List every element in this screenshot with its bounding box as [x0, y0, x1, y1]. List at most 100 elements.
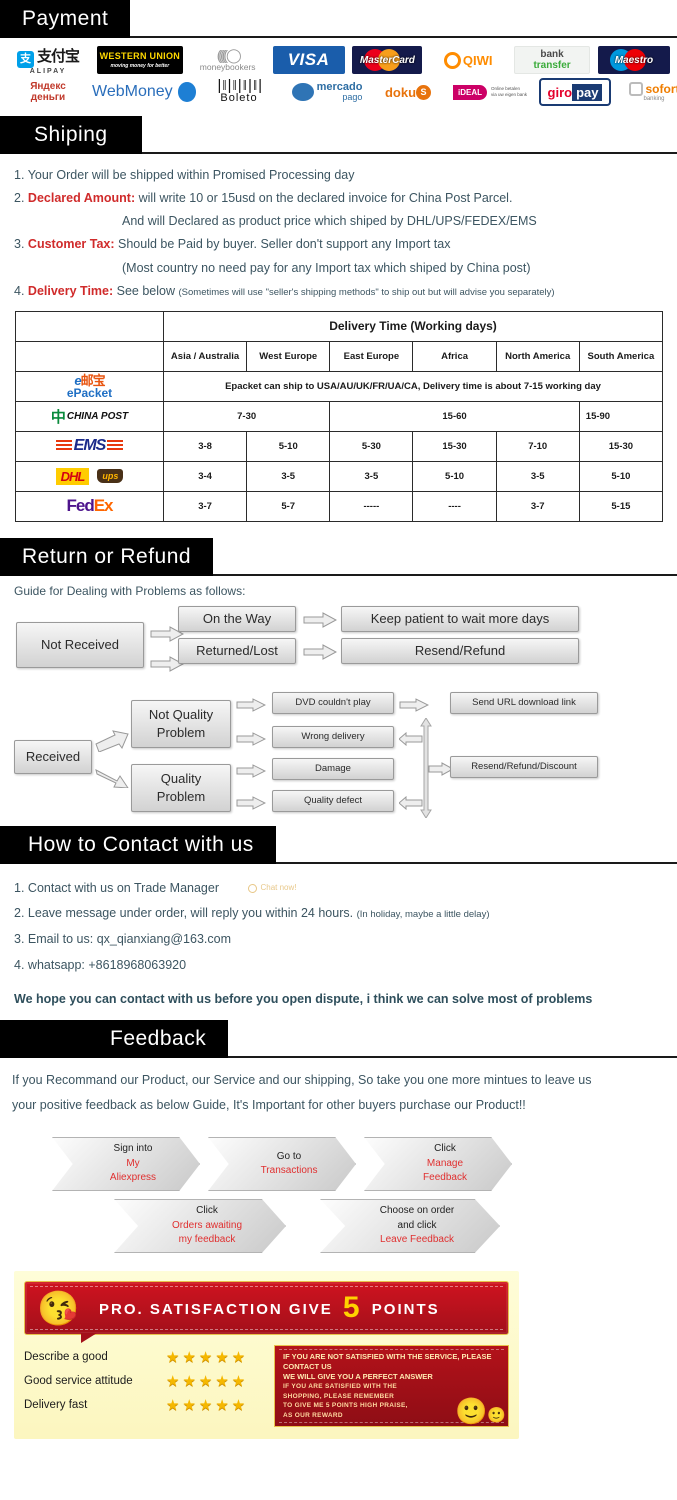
- delivery-time-table-wrapper: Delivery Time (Working days) Asia / Aust…: [0, 307, 677, 526]
- payment-logos-row-1: 支支付宝 ALIPAY WESTERN UNION moving money f…: [4, 46, 673, 74]
- shipping-note-4: 4. Delivery Time: See below (Sometimes w…: [14, 283, 555, 298]
- arrow-to-dvd: [236, 697, 266, 712]
- satisfaction-banner-wrapper: 😘 PRO. SATISFACTION GIVE 5 POINTS Descri…: [0, 1265, 677, 1449]
- arrow-wrong-delivery-merge: [399, 731, 423, 746]
- ideal-icon: iDEAL Online betalen via uw eigen bank: [444, 78, 536, 106]
- section-header-payment: Payment: [0, 0, 677, 38]
- smiley-faces-icon: 🙂🙂: [454, 1396, 506, 1426]
- contact-methods: 1. Contact with us on Trade Manager Chat…: [0, 864, 677, 983]
- region-header-east-europe: East Europe: [329, 340, 414, 372]
- moneybookers-arcs-icon: ((((( ◯: [216, 46, 242, 63]
- arrow-to-wrong-delivery: [236, 731, 266, 746]
- carrier-fedex-logo: FedEx: [15, 490, 164, 522]
- handshake-icon: [291, 83, 314, 101]
- ems-west-europe: 5-10: [246, 430, 331, 462]
- carrier-china-post-logo: 中 CHINA POST: [15, 400, 164, 432]
- feedback-intro-line-1: If you Recommand our Product, our Servic…: [12, 1073, 592, 1088]
- qiwi-icon: QIWI: [430, 46, 507, 74]
- epacket-note: Epacket can ship to USA/AU/UK/FR/UA/CA, …: [163, 370, 663, 402]
- flow-box-not-quality-problem: Not Quality Problem: [131, 699, 231, 748]
- flow-box-resend-refund-discount: Resend/Refund/Discount: [450, 755, 598, 778]
- feedback-intro-line-2: your positive feedback as below Guide, I…: [12, 1097, 526, 1112]
- table-header-main-row: Delivery Time (Working days): [15, 310, 663, 342]
- western-union-icon: WESTERN UNION moving money for better: [96, 46, 183, 74]
- flow-box-wrong-delivery: Wrong delivery: [272, 725, 394, 748]
- table-corner-cell-2: [15, 340, 164, 372]
- contact-item-whatsapp: 4. whatsapp: +8618968063920: [14, 957, 187, 972]
- table-row-ems: EMS 3-8 5-10 5-30 15-30 7-10 15-30: [15, 430, 664, 462]
- yandex-money-icon: Яндекс деньги: [7, 78, 89, 106]
- flow-box-on-the-way: On the Way: [178, 605, 296, 632]
- ems-south-america: 15-30: [578, 430, 664, 462]
- star-rating-icon: ★★★★★: [166, 1349, 249, 1366]
- region-header-north-america: North America: [495, 340, 580, 372]
- region-header-asia: Asia / Australia: [162, 340, 248, 372]
- arrow-dvd-to-send-url: [399, 697, 429, 712]
- dhl-asia: 3-4: [162, 460, 248, 492]
- arrow-received-to-not-quality: [95, 730, 129, 752]
- contact-item-trade-manager: 1. Contact with us on Trade Manager Chat…: [14, 880, 297, 896]
- table-row-china-post: 中 CHINA POST 7-30 15-60 15-90: [15, 400, 664, 432]
- ems-africa: 15-30: [412, 430, 497, 462]
- dhl-south-america: 5-10: [578, 460, 664, 492]
- ups-icon: ups: [97, 469, 124, 484]
- section-title-payment: Payment: [0, 0, 131, 38]
- payment-logos: 支支付宝 ALIPAY WESTERN UNION moving money f…: [0, 38, 677, 116]
- sofort-icon: sofort banking: [614, 78, 677, 106]
- flow-box-returned-lost: Returned/Lost: [178, 637, 296, 664]
- maestro-icon: Maestro: [597, 46, 670, 74]
- chat-now-button[interactable]: Chat now!: [248, 880, 297, 896]
- flow-box-dvd-couldnt-play: DVD couldn't play: [272, 691, 394, 714]
- fedex-africa: ----: [412, 490, 497, 522]
- section-title-shipping: Shiping: [0, 116, 142, 154]
- kiss-face-icon: 😘: [37, 1290, 80, 1328]
- doku-icon: doku S: [375, 78, 441, 106]
- fedex-north-america: 3-7: [495, 490, 580, 522]
- flow-box-keep-patient: Keep patient to wait more days: [341, 605, 579, 632]
- shipping-notes: 1. Your Order will be shipped within Pro…: [0, 154, 677, 307]
- feedback-steps-flow: Sign into My Aliexpress Go to Transactio…: [0, 1129, 677, 1259]
- section-header-return: Return or Refund: [0, 537, 677, 576]
- ems-asia: 3-8: [162, 430, 248, 462]
- moneybookers-icon: ((((( ◯ moneybookers: [190, 46, 265, 74]
- arrow-received-to-quality: [95, 766, 129, 788]
- alipay-icon: 支支付宝 ALIPAY: [7, 46, 89, 74]
- arrow-to-quality-defect: [236, 795, 266, 810]
- fedex-south-america: 5-15: [578, 490, 664, 522]
- china-post-east-africa-na: 15-60: [329, 400, 580, 432]
- section-header-contact: How to Contact with us: [0, 825, 677, 864]
- fedex-asia: 3-7: [162, 490, 248, 522]
- dhl-north-america: 3-5: [495, 460, 580, 492]
- dispute-note: We hope you can contact with us before y…: [14, 992, 593, 1007]
- shipping-note-3: 3. Customer Tax: Should be Paid by buyer…: [14, 237, 531, 275]
- mercado-pago-icon: mercado pago: [282, 78, 372, 106]
- section-title-feedback: Feedback: [0, 1020, 229, 1059]
- table-row-epacket: e邮宝 ePacket Epacket can ship to USA/AU/U…: [15, 370, 663, 402]
- flow-box-resend-refund: Resend/Refund: [341, 637, 579, 664]
- shipping-note-1: 1. Your Order will be shipped within Pro…: [14, 168, 355, 182]
- section-header-shipping: Shiping: [0, 116, 677, 154]
- shipping-note-2: 2. Declared Amount: will write 10 or 15u…: [14, 191, 537, 229]
- visa-icon: VISA: [272, 46, 345, 74]
- carrier-dhl-ups-logo: DHL ups: [15, 460, 164, 492]
- carrier-epacket-logo: e邮宝 ePacket: [15, 370, 164, 402]
- ems-north-america: 7-10: [495, 430, 580, 462]
- arrow-to-damage: [236, 763, 266, 778]
- mastercard-icon: MasterCard: [352, 46, 423, 74]
- rating-area: Describe a good ★★★★★ Good service attit…: [24, 1345, 509, 1427]
- barcode-icon: |‖|‖|‖|‖|: [214, 78, 265, 95]
- china-post-mark-icon: 中: [50, 408, 66, 426]
- seller-policy-page: Payment 支支付宝 ALIPAY WESTERN UNION moving…: [0, 0, 677, 1449]
- flow-box-received: Received: [14, 739, 92, 774]
- arrow-returned-lost-to-resend-refund: [303, 643, 337, 660]
- region-header-west-europe: West Europe: [246, 340, 331, 372]
- five-points-ribbon: 😘 PRO. SATISFACTION GIVE 5 POINTS: [24, 1281, 509, 1343]
- boleto-icon: |‖|‖|‖|‖| Boleto: [199, 78, 279, 106]
- dhl-africa: 5-10: [412, 460, 497, 492]
- not-received-flowchart: Not Received On the Way Returned/Lost Ke…: [0, 604, 677, 690]
- bank-transfer-icon: bank transfer: [514, 46, 591, 74]
- arrow-on-the-way-to-keep-patient: [303, 611, 337, 628]
- satisfaction-banner: 😘 PRO. SATISFACTION GIVE 5 POINTS Descri…: [14, 1271, 519, 1439]
- return-guide-text: Guide for Dealing with Problems as follo…: [14, 583, 246, 598]
- webmoney-icon: WebMoney: [92, 78, 196, 106]
